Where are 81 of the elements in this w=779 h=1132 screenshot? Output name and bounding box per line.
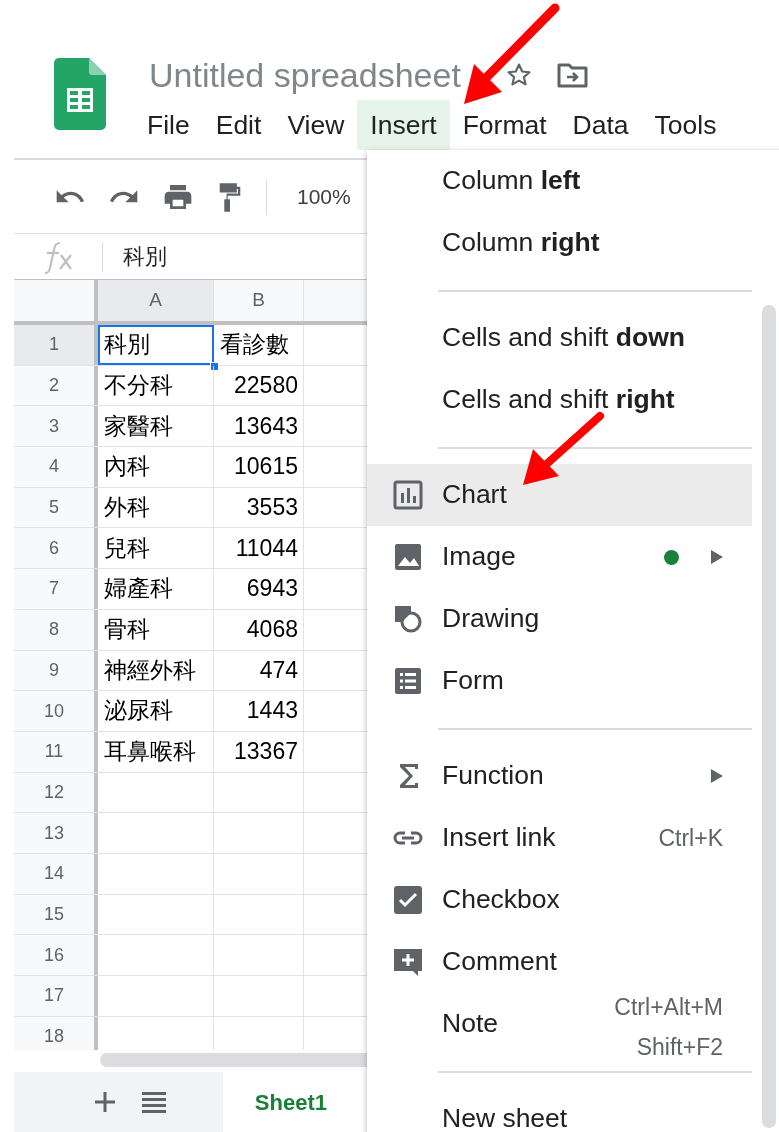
checkbox-icon [392,884,424,916]
scrollbar-thumb[interactable] [762,305,776,1128]
shapes-icon [392,603,424,635]
row-header[interactable]: 11 [14,731,98,772]
keyboard-shortcut: Ctrl+Alt+M [614,993,723,1022]
table-cell: 看診數 [214,325,304,365]
formula-field[interactable]: 科別 [123,240,167,273]
row-header[interactable]: 2 [14,365,98,406]
menu-item[interactable]: Format [449,100,560,150]
all-sheets-icon[interactable] [140,1090,167,1114]
table-cell: 不分科 [98,365,214,406]
row-header[interactable]: 13 [14,813,98,853]
menu-item[interactable]: Checkbox [367,869,752,931]
table-cell: 外科 [98,487,214,528]
table-cell: 13643 [214,406,304,447]
table-cell: 婦產科 [98,569,214,609]
menu-item[interactable]: Image [367,526,752,588]
table-cell: 內科 [98,447,214,487]
zoom-level[interactable]: 100% [297,180,351,213]
row-header[interactable]: 1 [14,325,98,365]
table-cell: 10615 [214,447,304,487]
row-header[interactable]: 15 [14,894,98,935]
table-cell: 家醫科 [98,406,214,447]
row-header[interactable]: 8 [14,609,98,650]
menu-item[interactable]: Cells and shift down [367,307,752,369]
column-header[interactable]: A [98,280,214,321]
table-cell: 11044 [214,528,304,569]
menu-item[interactable]: Tools [641,100,730,150]
table-cell: 兒科 [98,528,214,569]
menu-item[interactable]: Edit [202,100,275,150]
chart-icon [392,479,424,511]
table-cell: 神經外科 [98,650,214,691]
comment-add-icon [392,946,424,978]
row-header[interactable]: 16 [14,935,98,975]
menu-item[interactable]: Column left [367,150,752,212]
row-header[interactable]: 14 [14,853,98,894]
table-cell: 1443 [214,691,304,731]
table-cell: 科別 [98,325,214,365]
column-header[interactable]: B [214,280,304,321]
row-header[interactable]: 7 [14,569,98,609]
table-cell: 474 [214,650,304,691]
document-title[interactable]: Untitled spreadsheet [134,55,461,95]
row-header[interactable]: 6 [14,528,98,569]
fill-handle[interactable] [210,361,219,371]
sheets-logo-icon[interactable] [54,58,106,130]
image-icon [392,541,424,573]
list-icon [392,665,424,697]
table-cell: 6943 [214,569,304,609]
table-cell: 13367 [214,731,304,772]
menu-item[interactable]: Comment [367,931,752,993]
row-header[interactable]: 9 [14,650,98,691]
menu-item[interactable]: Insert link Ctrl+K [367,807,752,869]
table-cell: 泌尿科 [98,691,214,731]
row-header[interactable]: 17 [14,976,98,1016]
row-header[interactable]: 5 [14,487,98,528]
table-cell: 耳鼻喉科 [98,731,214,772]
row-header[interactable]: 3 [14,406,98,447]
row-header[interactable]: 10 [14,691,98,731]
menu-item[interactable]: File [134,100,203,150]
menu-item[interactable]: New sheet [367,1088,752,1132]
menu-item[interactable]: Data [559,100,642,150]
sheet-tab[interactable]: Sheet1 [222,1072,367,1132]
menu-item[interactable]: Function [367,745,752,807]
menu-item[interactable]: Form [367,650,752,712]
row-header[interactable]: 12 [14,772,98,813]
row-header[interactable]: 18 [14,1016,98,1050]
keyboard-shortcut: Ctrl+K [658,823,723,853]
move-folder-icon[interactable] [556,61,589,89]
table-cell: 4068 [214,609,304,650]
menu-item[interactable]: Insert [357,100,450,150]
menu-item[interactable]: Chart [367,464,752,526]
menu-item[interactable]: Column right [367,212,752,274]
table-cell: 骨科 [98,609,214,650]
star-icon[interactable] [504,61,533,89]
add-sheet-icon[interactable] [92,1090,117,1114]
menu-item[interactable]: Drawing [367,588,752,650]
menu-item[interactable]: View [274,100,358,150]
menu-item[interactable]: Cells and shift right [367,369,752,431]
table-cell: 22580 [214,365,304,406]
table-cell: 3553 [214,487,304,528]
row-header[interactable]: 4 [14,447,98,487]
